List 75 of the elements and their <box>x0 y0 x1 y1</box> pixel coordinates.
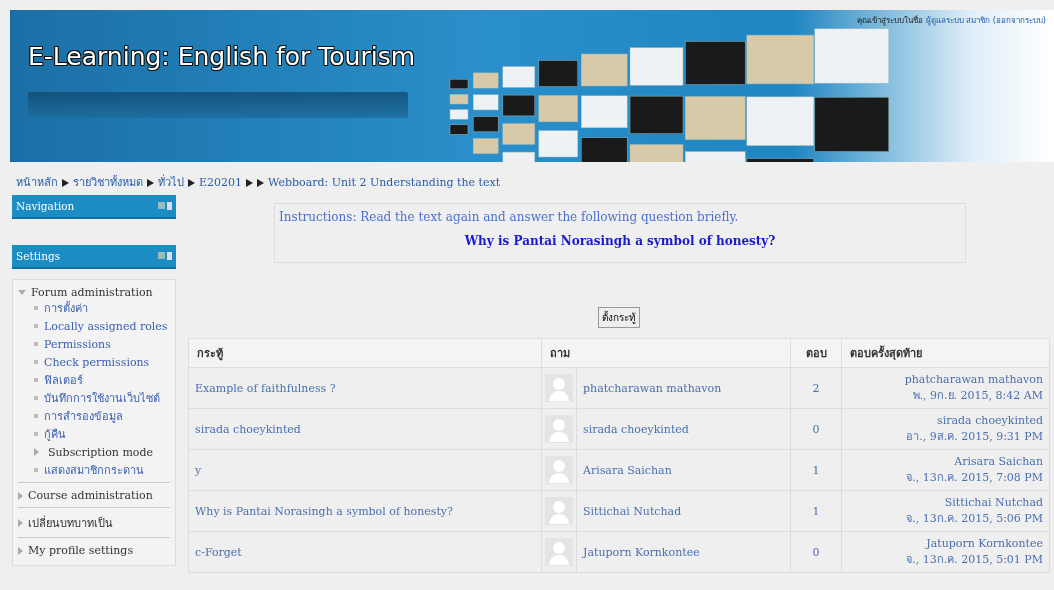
logout-link[interactable]: (ออกจากระบบ) <box>992 16 1046 25</box>
breadcrumb-link[interactable]: หน้าหลัก <box>16 175 58 191</box>
last-post-date[interactable]: จ., 13ก.ค. 2015, 5:01 PM <box>848 549 1043 568</box>
settings-link[interactable]: กู้คืน <box>44 425 66 443</box>
column-header: ตอบครั้งสุดท้าย <box>841 338 1050 368</box>
expand-icon[interactable] <box>34 448 39 456</box>
reply-count[interactable]: 2 <box>812 381 820 395</box>
column-header: กระทู้ <box>188 338 542 368</box>
tree-item[interactable]: Forum administration <box>31 286 153 299</box>
settings-link[interactable]: บันทึกการใช้งานเว็บไซต์ <box>44 389 160 407</box>
topic-link[interactable]: Example of faithfulness ? <box>195 381 336 395</box>
last-post-date[interactable]: จ., 13ก.ค. 2015, 7:08 PM <box>848 467 1043 486</box>
separator-icon <box>188 179 195 187</box>
bullet-icon <box>34 396 38 400</box>
last-post-date[interactable]: พ., 9ก.ย. 2015, 8:42 AM <box>848 385 1043 404</box>
avatar-icon <box>545 497 573 525</box>
breadcrumb-link[interactable]: Webboard: Unit 2 Understanding the text <box>268 175 501 191</box>
separator-icon <box>147 179 154 187</box>
expand-icon[interactable] <box>18 519 23 527</box>
last-post-user[interactable]: sirada choeykinted <box>848 413 1043 427</box>
reply-count[interactable]: 1 <box>812 504 820 518</box>
site-title: E-Learning: English for Tourism <box>28 42 416 71</box>
bullet-icon <box>34 342 38 346</box>
breadcrumb-link[interactable]: E20201 <box>199 175 243 191</box>
bullet-icon <box>34 378 38 382</box>
last-post-user[interactable]: phatcharawan mathavon <box>848 372 1043 386</box>
bullet-icon <box>34 306 38 310</box>
reply-count[interactable]: 0 <box>812 422 820 436</box>
avatar-icon <box>545 456 573 484</box>
login-info: คุณเข้าสู่ระบบในชื่อ ผู้ดูแลระบบ สมาชิก (ออกจากระบบ) <box>857 14 1046 27</box>
avatar-icon <box>545 415 573 443</box>
avatar-icon <box>545 374 573 402</box>
bullet-icon <box>34 432 38 436</box>
bullet-icon <box>34 360 38 364</box>
expand-icon[interactable] <box>18 491 23 500</box>
topic-link[interactable]: y <box>195 463 202 477</box>
author-link[interactable]: Sittichai Nutchad <box>583 504 682 518</box>
author-link[interactable]: Jatuporn Kornkontee <box>583 545 700 559</box>
tree-item[interactable]: My profile settings <box>28 544 134 557</box>
topic-link[interactable]: sirada choeykinted <box>195 422 301 436</box>
reply-count[interactable]: 0 <box>812 545 820 559</box>
author-link[interactable]: Arisara Saichan <box>583 463 672 477</box>
topic-link[interactable]: c-Forget <box>195 545 242 559</box>
expand-icon[interactable] <box>18 546 23 555</box>
settings-link[interactable]: Permissions <box>44 337 111 351</box>
settings-link[interactable]: การสำรองข้อมูล <box>44 407 123 425</box>
question-text: Why is Pantai Norasingh a symbol of honesty? <box>463 234 777 248</box>
author-link[interactable]: sirada choeykinted <box>583 422 689 436</box>
tree-item[interactable]: Subscription mode <box>48 445 154 459</box>
column-header: ถาม <box>541 338 791 368</box>
settings-link[interactable]: การตั้งค่า <box>44 299 88 317</box>
last-post-user[interactable]: Arisara Saichan <box>848 454 1043 468</box>
bullet-icon <box>34 468 38 472</box>
tree-item[interactable]: เปลี่ยนบทบาทเป็น <box>28 514 113 532</box>
bullet-icon <box>34 324 38 328</box>
new-topic-button[interactable]: ตั้งกระทู้ <box>598 307 640 328</box>
breadcrumb-link[interactable]: รายวิชาทั้งหมด <box>73 175 143 191</box>
settings-link[interactable]: Locally assigned roles <box>44 319 168 333</box>
user-link[interactable]: ผู้ดูแลระบบ สมาชิก <box>925 16 991 25</box>
settings-link[interactable]: Check permissions <box>44 355 150 369</box>
column-header: ตอบ <box>790 338 842 368</box>
last-post-date[interactable]: จ., 13ก.ค. 2015, 5:06 PM <box>848 508 1043 527</box>
breadcrumb-link[interactable]: ทั่วไป <box>158 175 184 191</box>
avatar-icon <box>545 538 573 566</box>
settings-link[interactable]: แสดงสมาชิกกระดาน <box>44 461 144 479</box>
bullet-icon <box>34 414 38 418</box>
reply-count[interactable]: 1 <box>812 463 820 477</box>
last-post-user[interactable]: Sittichai Nutchad <box>848 495 1043 509</box>
tree-item[interactable]: Course administration <box>28 489 153 502</box>
separator-icon <box>62 179 69 187</box>
last-post-date[interactable]: อา., 9ส.ค. 2015, 9:31 PM <box>848 426 1043 445</box>
last-post-user[interactable]: Jatuporn Kornkontee <box>848 536 1043 550</box>
expand-icon[interactable] <box>18 290 26 295</box>
settings-link[interactable]: ฟิลเตอร์ <box>44 371 83 389</box>
instructions-text: Instructions: Read the text again and answer the following question briefly. <box>279 210 740 224</box>
